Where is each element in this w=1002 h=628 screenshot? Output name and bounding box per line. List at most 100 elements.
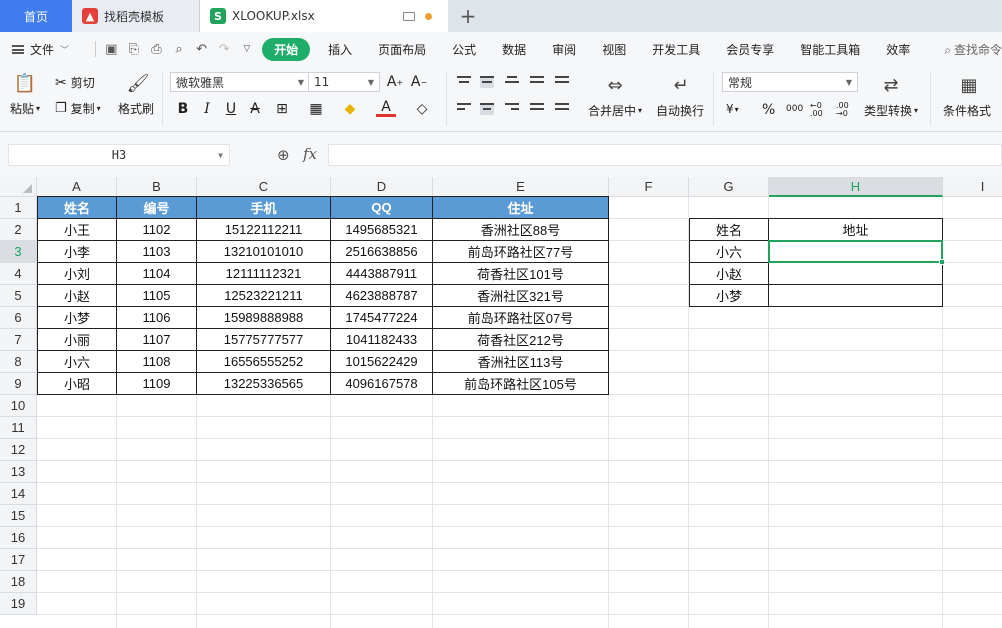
name-box[interactable]: H3 ▼ (8, 144, 230, 166)
table1-header-cell[interactable]: QQ (331, 196, 433, 219)
eraser-icon[interactable]: ◇ (412, 99, 432, 119)
table1-cell[interactable]: 1105 (117, 285, 197, 307)
number-format-select[interactable]: 常规 ▼ (722, 72, 858, 92)
align-center-icon[interactable] (480, 103, 494, 115)
row-header-7[interactable]: 7 (0, 329, 37, 351)
align-right-icon[interactable] (505, 103, 519, 115)
row-header-15[interactable]: 15 (0, 505, 37, 527)
cut-button[interactable]: ✂ 剪切 (55, 74, 95, 91)
table1-cell[interactable]: 小六 (37, 351, 117, 373)
table1-cell[interactable]: 前岛环路社区77号 (433, 241, 609, 263)
column-header-g[interactable]: G (689, 177, 769, 197)
save-icon[interactable]: ▣ (104, 41, 119, 57)
increase-decimal-button[interactable]: ←0 .00 (810, 102, 832, 118)
menu-tab-developer[interactable]: 开发工具 (652, 41, 700, 58)
table1-cell[interactable]: 15122112211 (197, 219, 331, 241)
table1-cell[interactable]: 小梦 (37, 307, 117, 329)
table1-cell[interactable]: 13225336565 (197, 373, 331, 395)
table1-cell[interactable]: 小李 (37, 241, 117, 263)
menu-tab-page-layout[interactable]: 页面布局 (378, 41, 426, 58)
column-header-e[interactable]: E (433, 177, 609, 197)
table1-cell[interactable]: 1102 (117, 219, 197, 241)
select-all-corner[interactable] (0, 177, 37, 197)
table1-cell[interactable]: 4096167578 (331, 373, 433, 395)
row-header-5[interactable]: 5 (0, 285, 37, 307)
table1-header-cell[interactable]: 姓名 (37, 196, 117, 219)
font-color-icon[interactable]: A (376, 99, 396, 117)
table1-cell[interactable]: 15989888988 (197, 307, 331, 329)
table1-cell[interactable]: 12523221211 (197, 285, 331, 307)
row-header-6[interactable]: 6 (0, 307, 37, 329)
column-header-i[interactable]: I (943, 177, 1002, 197)
thousands-button[interactable]: 000 (786, 104, 803, 114)
table1-cell[interactable]: 1108 (117, 351, 197, 373)
align-top-icon[interactable] (457, 76, 471, 88)
tab-template[interactable]: ▲ 找稻壳模板 (72, 0, 200, 32)
row-header-2[interactable]: 2 (0, 219, 37, 241)
fill-handle[interactable] (939, 259, 945, 265)
decrease-decimal-button[interactable]: .00 →0 (836, 102, 858, 118)
export-pdf-icon[interactable]: ⎘ (127, 41, 142, 57)
column-header-c[interactable]: C (197, 177, 331, 197)
row-header-11[interactable]: 11 (0, 417, 37, 439)
row-header-13[interactable]: 13 (0, 461, 37, 483)
row-header-1[interactable]: 1 (0, 197, 37, 219)
table1-cell[interactable]: 香洲社区321号 (433, 285, 609, 307)
justify-icon[interactable] (530, 103, 544, 115)
align-bottom-icon[interactable] (505, 76, 519, 88)
distribute-icon[interactable] (555, 103, 569, 115)
fill-color-icon[interactable]: ◆ (340, 99, 360, 119)
column-header-a[interactable]: A (37, 177, 117, 197)
column-header-d[interactable]: D (331, 177, 433, 197)
decrease-font-icon[interactable]: A − (409, 72, 429, 92)
align-left-icon[interactable] (457, 103, 471, 115)
menu-tab-data[interactable]: 数据 (502, 41, 526, 58)
font-name-select[interactable]: 微软雅黑 ▼ (170, 72, 310, 92)
menu-tab-insert[interactable]: 插入 (328, 41, 352, 58)
row-header-19[interactable]: 19 (0, 593, 37, 615)
table1-cell[interactable]: 小王 (37, 219, 117, 241)
row-header-17[interactable]: 17 (0, 549, 37, 571)
tab-file[interactable]: S XLOOKUP.xlsx (200, 0, 448, 32)
table1-cell[interactable]: 香洲社区113号 (433, 351, 609, 373)
row-header-9[interactable]: 9 (0, 373, 37, 395)
table1-cell[interactable]: 小刘 (37, 263, 117, 285)
table1-cell[interactable]: 香洲社区88号 (433, 219, 609, 241)
table1-cell[interactable]: 12111112321 (197, 263, 331, 285)
table1-cell[interactable]: 15775777577 (197, 329, 331, 351)
table1-cell[interactable]: 4623888787 (331, 285, 433, 307)
cond-format-button[interactable]: 条件格式 (943, 102, 991, 119)
strikethrough-icon[interactable]: A (245, 99, 265, 119)
italic-icon[interactable]: I (197, 99, 217, 119)
zoom-formula-icon[interactable]: ⊕ (277, 146, 290, 164)
format-painter-button[interactable]: 格式刷 (118, 100, 154, 117)
table1-cell[interactable]: 1015622429 (331, 351, 433, 373)
table1-cell[interactable]: 小丽 (37, 329, 117, 351)
table1-header-cell[interactable]: 编号 (117, 196, 197, 219)
fill-pattern-icon[interactable]: ▦ (306, 99, 326, 119)
table1-cell[interactable]: 1103 (117, 241, 197, 263)
row-header-18[interactable]: 18 (0, 571, 37, 593)
row-header-8[interactable]: 8 (0, 351, 37, 373)
menu-tab-view[interactable]: 视图 (602, 41, 626, 58)
merge-center-button[interactable]: 合并居中 ▾ (588, 102, 642, 119)
table1-cell[interactable]: 1745477224 (331, 307, 433, 329)
table2-cell[interactable]: 小梦 (689, 285, 769, 307)
column-header-b[interactable]: B (117, 177, 197, 197)
row-header-16[interactable]: 16 (0, 527, 37, 549)
table1-cell[interactable]: 1495685321 (331, 219, 433, 241)
formula-input[interactable] (328, 144, 1002, 166)
row-header-3[interactable]: 3 (0, 241, 37, 263)
format-painter-icon-wrap[interactable]: 🖌 (127, 72, 150, 94)
table1-cell[interactable]: 1107 (117, 329, 197, 351)
paste-button[interactable]: 粘贴 ▾ (10, 100, 40, 117)
table2-cell[interactable]: 小六 (689, 241, 769, 263)
table1-header-cell[interactable]: 住址 (433, 196, 609, 219)
table1-cell[interactable]: 1109 (117, 373, 197, 395)
underline-icon[interactable]: U (221, 99, 241, 119)
tab-home[interactable]: 首页 (0, 0, 72, 32)
wrap-text-button[interactable]: 自动换行 (656, 102, 704, 119)
table1-cell[interactable]: 16556555252 (197, 351, 331, 373)
file-menu[interactable]: 文件 ﹀ (12, 41, 69, 58)
currency-button[interactable]: ¥ ▾ (726, 102, 739, 116)
